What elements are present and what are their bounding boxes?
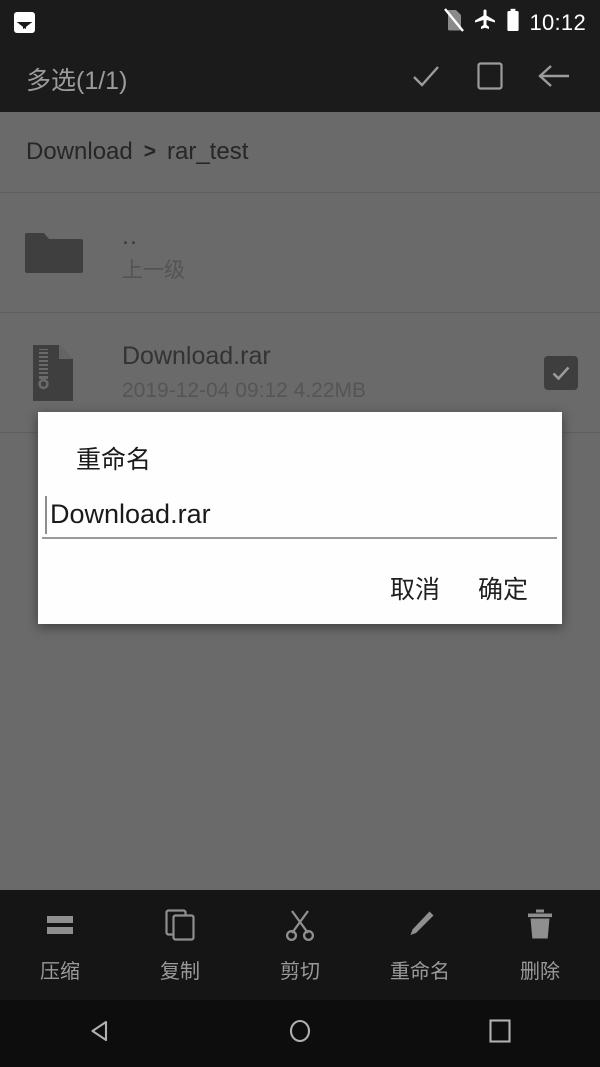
compress-icon [42, 908, 78, 942]
app-toolbar: 多选(1/1) [0, 45, 600, 112]
dialog-title: 重命名 [76, 446, 152, 474]
status-bar-notifications [14, 12, 35, 33]
multiselect-title: 多选(1/1) [26, 66, 128, 95]
archive-file-icon [22, 343, 84, 403]
delete-label: 删除 [520, 961, 560, 983]
airplane-mode-icon [473, 8, 497, 37]
nav-recents-button[interactable] [400, 1018, 600, 1049]
select-all-button[interactable] [458, 50, 522, 108]
copy-icon [163, 908, 197, 942]
nav-back-button[interactable] [0, 1017, 200, 1050]
rename-label: 重命名 [390, 961, 450, 983]
list-item-name: Download.rar [122, 341, 271, 370]
breadcrumb-separator-icon: > [143, 140, 156, 163]
delete-button[interactable]: 删除 [480, 890, 600, 984]
list-item[interactable]: .. 上一级 [0, 193, 600, 313]
list-item-checkbox[interactable] [544, 355, 578, 390]
list-item-name: .. [122, 221, 138, 250]
status-bar-system-icons: 10:12 [444, 8, 586, 37]
gallery-icon [14, 12, 35, 33]
nav-back-icon [86, 1017, 114, 1050]
selection-action-bar: 压缩 复制 剪切 重命名 删除 [0, 890, 600, 1000]
breadcrumb-root[interactable]: Download [26, 138, 133, 166]
list-item-meta: 2019-12-04 09:12 4.22MB [122, 378, 367, 402]
compress-button[interactable]: 压缩 [0, 890, 120, 984]
select-all-icon [475, 61, 505, 96]
cut-button[interactable]: 剪切 [240, 890, 360, 984]
status-bar-clock: 10:12 [529, 9, 586, 35]
copy-button[interactable]: 复制 [120, 890, 240, 984]
rename-input-value: Download.rar [50, 499, 211, 529]
nav-home-icon [286, 1017, 314, 1050]
status-bar: 10:12 [0, 0, 600, 45]
nav-home-button[interactable] [200, 1017, 400, 1050]
list-item-meta: 上一级 [122, 258, 185, 282]
back-button[interactable] [522, 50, 586, 108]
rename-pencil-icon [403, 908, 437, 942]
confirm-selection-button[interactable] [394, 50, 458, 108]
back-arrow-icon [536, 60, 572, 97]
battery-icon [506, 8, 520, 37]
list-item-text: Download.rar 2019-12-04 09:12 4.22MB [84, 339, 544, 407]
phone-screen: 10:12 多选(1/1) Download > rar_test .. 上一级… [0, 0, 600, 1067]
nav-recents-icon [487, 1018, 513, 1049]
no-sim-icon [444, 8, 465, 37]
cut-icon [283, 908, 317, 942]
text-caret [45, 496, 47, 534]
compress-label: 压缩 [40, 961, 80, 983]
rename-button[interactable]: 重命名 [360, 890, 480, 984]
android-navigation-bar [0, 1000, 600, 1067]
breadcrumb[interactable]: Download > rar_test [0, 112, 600, 193]
rename-input[interactable]: Download.rar [42, 494, 557, 539]
dialog-confirm-button[interactable]: 确定 [478, 570, 528, 606]
dialog-actions: 取消 确定 [390, 570, 528, 606]
list-item-text: .. 上一级 [84, 219, 578, 287]
cut-label: 剪切 [280, 961, 320, 983]
dialog-cancel-button[interactable]: 取消 [390, 570, 440, 606]
rename-dialog: 重命名 Download.rar 取消 确定 [38, 412, 562, 624]
confirm-icon [409, 59, 443, 98]
folder-icon [22, 229, 84, 277]
delete-trash-icon [525, 908, 555, 942]
breadcrumb-current[interactable]: rar_test [167, 138, 248, 166]
copy-label: 复制 [160, 961, 200, 983]
